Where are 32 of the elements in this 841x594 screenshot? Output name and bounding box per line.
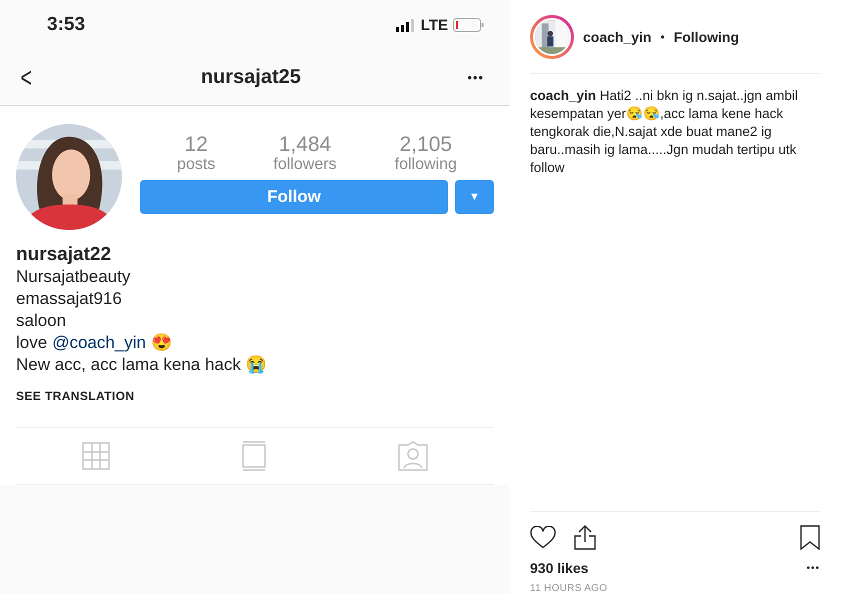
post-time: 11 HOURS AGO <box>530 583 608 594</box>
stat-count: 1,484 <box>278 134 332 156</box>
battery-icon <box>453 18 484 32</box>
bio-line: love <box>16 332 48 354</box>
see-translation-link[interactable]: SEE TRANSLATION <box>16 389 134 403</box>
signal-icon <box>396 18 416 32</box>
bio-line: Nursajatbeauty <box>16 266 132 288</box>
back-button[interactable]: < <box>20 62 32 94</box>
network-label: LTE <box>420 16 448 34</box>
stat-label: posts <box>177 156 216 174</box>
post-username[interactable]: coach_yin <box>583 28 652 44</box>
stat-count: 12 <box>184 134 208 156</box>
emoji: 😍 <box>151 332 172 354</box>
profile-title: nursajat25 <box>200 66 301 89</box>
stat-label: following <box>394 156 457 174</box>
more-button[interactable]: ••• <box>806 562 820 574</box>
heart-icon[interactable] <box>530 526 556 548</box>
bookmark-icon[interactable] <box>800 524 820 550</box>
following-button[interactable]: Following <box>674 28 740 44</box>
post-caption: coach_yin Hati2 ..ni bkn ig n.sajat..jgn ambil kesempatan yer😪😪,acc lama kene hack tengkorak die,N.sajat xde buat mane2 ig baru..masih ig lama.....Jgn mudah tertipu utk follow <box>530 87 799 177</box>
bio-line: New acc, acc lama kena hack 😭 <box>16 354 268 376</box>
mention-link[interactable]: @coach_yin <box>52 332 146 354</box>
stat-label: followers <box>273 156 337 174</box>
stat-count: 2,105 <box>400 134 452 156</box>
bio-line: emassajat916 <box>16 288 123 310</box>
status-time: 3:53 <box>47 14 86 36</box>
likes-count: 930 likes <box>530 560 588 576</box>
bio-line: saloon <box>16 310 68 332</box>
share-icon[interactable] <box>574 524 596 550</box>
separator-dot: • <box>660 30 665 44</box>
profile-name: nursajat22 <box>16 244 112 266</box>
more-button[interactable]: ••• <box>467 70 484 85</box>
